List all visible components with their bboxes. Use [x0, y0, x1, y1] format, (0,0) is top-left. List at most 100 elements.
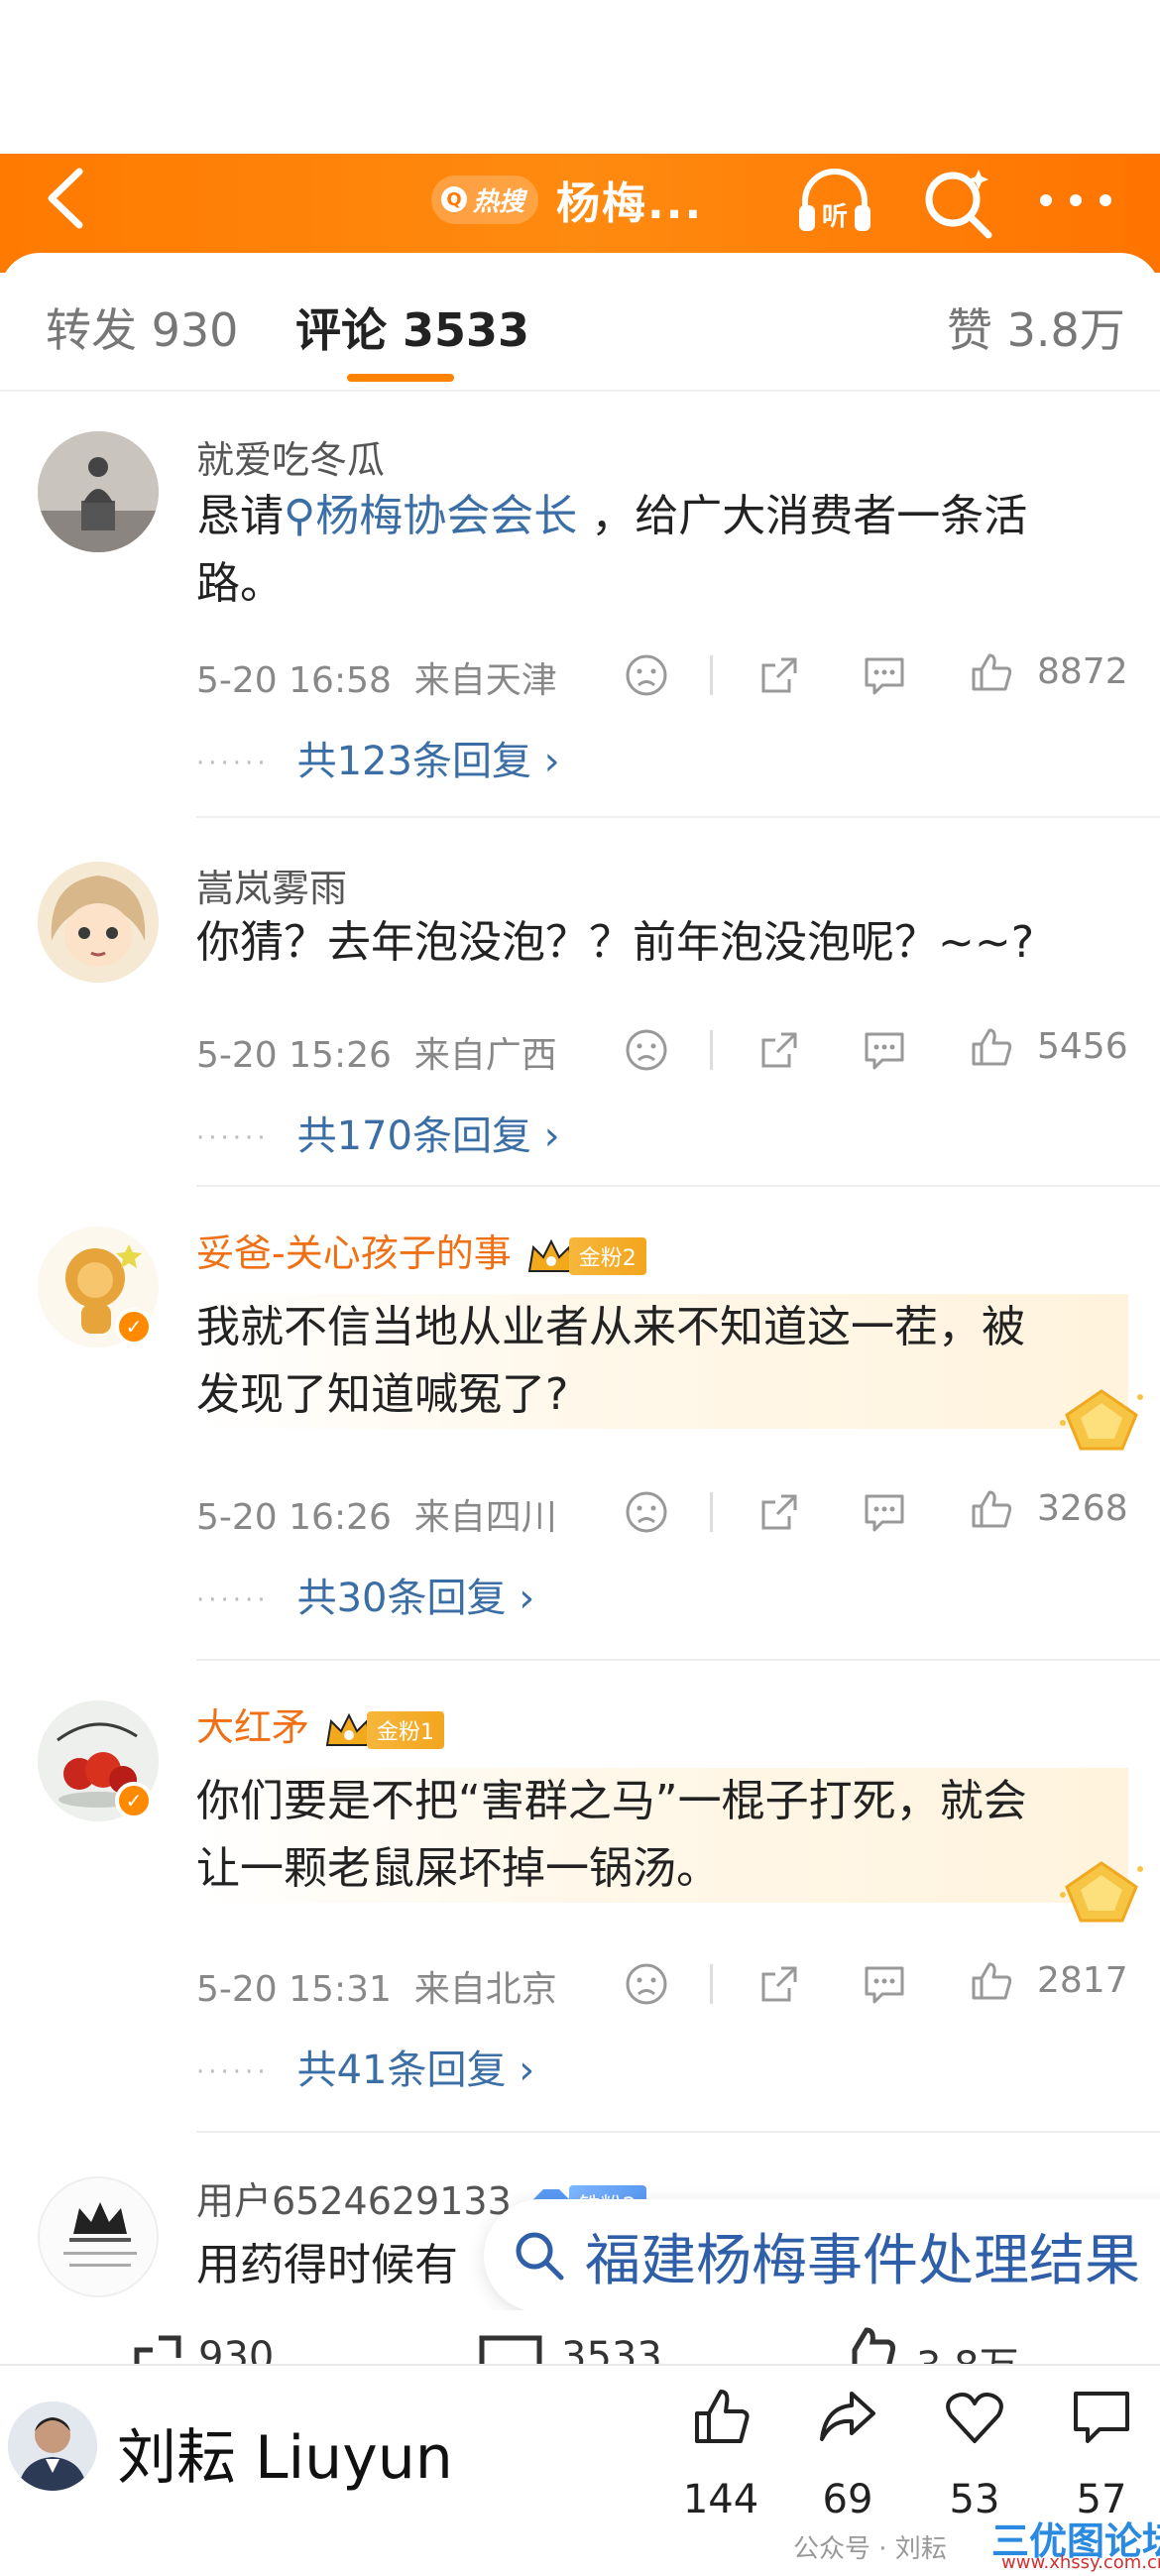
fan-badge: 金粉1: [323, 1710, 445, 1750]
statue-avatar-icon: [38, 431, 159, 552]
dislike-face-icon[interactable]: [623, 1488, 670, 1536]
footer-like-button[interactable]: 144: [676, 2386, 765, 2522]
footer-heart-button[interactable]: 53: [930, 2386, 1019, 2522]
comment-time: 5-20 15:26: [196, 1035, 392, 1076]
comment-icon[interactable]: [861, 1026, 908, 1074]
fan-level: 金粉2: [568, 1236, 646, 1275]
comment-meta: 5-20 15:31 来自北京: [196, 1960, 557, 2012]
comment-text: 我就不信当地从业者从来不知道这一茬，被 发现了知道喊冤了?: [196, 1294, 1128, 1429]
like-icon[interactable]: [968, 1486, 1015, 1534]
replies-link[interactable]: ······ 共170条回复 ›: [196, 1104, 560, 1161]
search-suggestion-text: 福建杨梅事件处理结果: [585, 2228, 1140, 2293]
username-text: 大红矛: [196, 1705, 310, 1749]
comment-icon[interactable]: [861, 651, 908, 699]
replies-text: 共170条回复 ›: [296, 1113, 560, 1159]
like-icon[interactable]: [968, 649, 1015, 697]
back-icon[interactable]: [38, 164, 97, 233]
comment-text: 你猜？去年泡没泡？？前年泡没泡呢？~~?: [196, 909, 1128, 977]
comment-item: 就爱吃冬瓜 恳请⚲杨梅协会会长 ，给广大消费者一条活 路。 5-20 16:58…: [0, 392, 1160, 818]
search-suggestion[interactable]: 福建杨梅事件处理结果: [484, 2199, 1160, 2312]
footer-comment-button[interactable]: 57: [1057, 2386, 1146, 2522]
share-arrow-icon: [820, 2392, 875, 2441]
author-avatar[interactable]: [8, 2401, 97, 2491]
comment-text-part: 你猜？去年泡没泡？？前年泡没泡呢？~~?: [196, 917, 1035, 968]
avatar[interactable]: [38, 862, 159, 983]
comment-text-part: 恳请: [196, 491, 284, 541]
comment-location: 来自四川: [413, 1497, 557, 1538]
more-icon[interactable]: [1031, 176, 1120, 225]
status-area: [0, 0, 1160, 154]
search-small-icon: Q: [441, 186, 467, 212]
comment-meta: 5-20 15:26 来自广西: [196, 1026, 557, 1078]
site-url-watermark: www.xhssy.com.cn: [1001, 2552, 1160, 2573]
comment-text: 恳请⚲杨梅协会会长 ，给广大消费者一条活 路。: [196, 483, 1128, 618]
comment-item: 嵩岚雾雨 你猜？去年泡没泡？？前年泡没泡呢？~~? 5-20 15:26 来自广…: [0, 818, 1160, 1187]
comment-text-part: 让一颗老鼠屎坏掉一锅汤。: [196, 1843, 720, 1894]
listen-icon[interactable]: 听: [793, 160, 876, 243]
dislike-face-icon[interactable]: [623, 1026, 670, 1074]
pentagon-gem-icon: [1060, 1861, 1143, 1923]
share-icon[interactable]: [755, 1960, 803, 2008]
dots-icon: ······: [196, 1123, 270, 1153]
username[interactable]: 嵩岚雾雨: [196, 858, 347, 912]
comment-text-part: 路。: [196, 558, 284, 609]
comment-time: 5-20 16:58: [196, 660, 392, 701]
comment-icon[interactable]: [861, 1960, 908, 2008]
svg-text:听: 听: [822, 202, 848, 232]
username-text: 妥爸-关心孩子的事: [196, 1231, 512, 1275]
comment-meta: 5-20 16:58 来自天津: [196, 651, 557, 703]
avatar[interactable]: [38, 431, 159, 552]
like-count: 8872: [1037, 651, 1128, 692]
comment-text: 你们要是不把“害群之马”一棍子打死，就会 让一颗老鼠屎坏掉一锅汤。: [196, 1768, 1128, 1903]
comment-location: 来自广西: [413, 1035, 557, 1076]
replies-link[interactable]: ······ 共41条回复 ›: [196, 2038, 534, 2095]
hot-search-pill[interactable]: Q 热搜: [431, 175, 539, 224]
footer-like-count: 144: [682, 2477, 759, 2522]
search-icon: [516, 2232, 564, 2281]
dots-icon: ······: [196, 2057, 270, 2087]
search-icon[interactable]: [917, 160, 1000, 243]
comment-text-part: 用药得时候有: [196, 2240, 458, 2290]
dots-icon: ······: [196, 1585, 270, 1615]
hot-search-title[interactable]: Q 热搜 杨梅...: [431, 168, 703, 231]
like-icon[interactable]: [968, 1024, 1015, 1072]
thumbs-up-icon: [695, 2390, 750, 2443]
comment-item: ✓ 妥爸-关心孩子的事 金粉2 我就不信当地从业者从来不知道这一茬，被 发现了知道…: [0, 1187, 1160, 1661]
comment-item: ✓ 大红矛 金粉1 你们要是不把“害群之马”一棍子打死，就会 让一颗老鼠屎坏掉一锅…: [0, 1661, 1160, 2133]
person-avatar-icon: [8, 2401, 97, 2491]
share-icon[interactable]: [755, 1026, 803, 1074]
share-icon[interactable]: [755, 1488, 803, 1536]
comment-icon[interactable]: [861, 1488, 908, 1536]
like-icon[interactable]: [968, 1958, 1015, 2006]
comment-meta: 5-20 16:26 来自四川: [196, 1488, 557, 1540]
comment-text-part: 你们要是不把“害群之马”一棍子打死，就会: [196, 1776, 1027, 1826]
tab-likes[interactable]: 赞 3.8万: [947, 294, 1125, 360]
avatar[interactable]: [38, 2176, 159, 2297]
dislike-face-icon[interactable]: [623, 1960, 670, 2008]
dislike-face-icon[interactable]: [623, 651, 670, 699]
divider: [710, 1492, 713, 1532]
replies-link[interactable]: ······ 共123条回复 ›: [196, 729, 560, 786]
footer-share-button[interactable]: 69: [803, 2386, 892, 2522]
replies-text: 共41条回复 ›: [296, 2048, 535, 2093]
replies-link[interactable]: ······ 共30条回复 ›: [196, 1566, 534, 1623]
username[interactable]: 妥爸-关心孩子的事 金粉2: [196, 1223, 646, 1277]
share-icon[interactable]: [755, 651, 803, 699]
divider: [710, 1964, 713, 2004]
username[interactable]: 就爱吃冬瓜: [196, 429, 385, 484]
article-footer: 刘耘 Liuyun 144 69 53 57 公众号 · 刘耘 三优图论坛 ww…: [0, 2364, 1160, 2576]
tab-repost[interactable]: 转发 930: [46, 294, 238, 360]
tab-comments[interactable]: 评论 3533: [295, 294, 529, 360]
verified-badge-icon: ✓: [115, 1782, 153, 1819]
wechat-watermark: 公众号 · 刘耘: [793, 2534, 947, 2564]
like-count: 5456: [1037, 1026, 1128, 1067]
username[interactable]: 大红矛 金粉1: [196, 1697, 445, 1751]
fan-badge: 金粉2: [525, 1236, 646, 1276]
active-tab-indicator: [347, 374, 454, 382]
topic-link[interactable]: ⚲杨梅协会会长: [284, 491, 577, 541]
footer-share-count: 69: [822, 2477, 873, 2522]
author-name[interactable]: 刘耘 Liuyun: [117, 2409, 453, 2496]
divider: [710, 1030, 713, 1070]
fan-level: 金粉1: [367, 1710, 445, 1749]
comment-location: 来自天津: [413, 660, 557, 701]
